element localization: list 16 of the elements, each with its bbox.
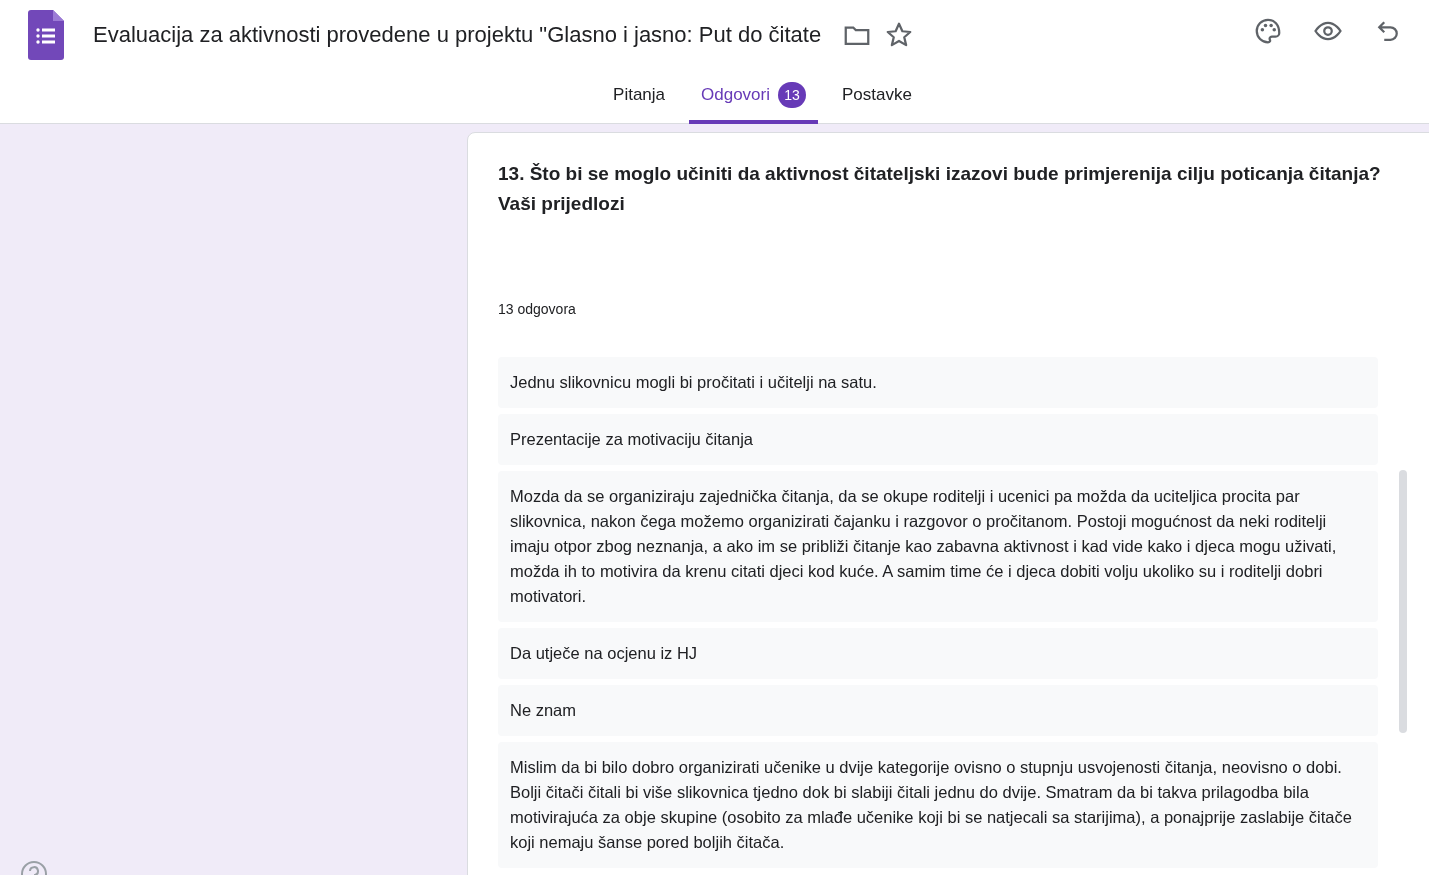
form-title[interactable]: Evaluacija za aktivnosti provedene u projektu "Glasno i jasno: Put do čitate bbox=[93, 22, 830, 48]
response-text: Mozda da se organiziraju zajednička čitanja, da se okupe roditelji i ucenici pa možda da uciteljica procita par slikovnica, nakon čega možemo organizirati čajanku i razgovor o pročitanom. Postoji mogućnost da neki roditelji imaju otpor zbog neznanja, a ako im se približi čitanje kao zabavna aktivnost i kad vide kako i djeca mogu uživati, možda ih to motivira da krenu citati djeci kod kuće. A samim time će i djeca dobiti volju ukoliko su i roditelji dobri motivatori. bbox=[498, 471, 1378, 622]
question-title: 13. Što bi se moglo učiniti da aktivnost čitateljski izazovi bude primjerenija cilju poticanja čitanja? Vaši prijedlozi bbox=[498, 162, 1382, 216]
scrollbar[interactable] bbox=[1399, 470, 1407, 733]
response-count: 13 odgovora bbox=[498, 301, 577, 317]
response-text: Mislim da bi bilo dobro organizirati učenike u dvije kategorije ovisno o stupnju usvojenosti čitanja, neovisno o dobi. Bolji čitači čitali bi više slikovnica tjedno dok bi slabiji čitali jednu do dvije. Smatram da bi takva prilagodba bila motivirajuća za obje skupine (osobito za mlađe učenike koji bi se natjecali sa starijima), a ponajprije zaslabije čitače koji nemaju šanse pored boljih čitača. bbox=[498, 742, 1378, 868]
response-text: Jednu slikovnicu mogli bi pročitati i učitelji na satu. bbox=[498, 357, 1378, 408]
forms-logo-icon[interactable] bbox=[28, 10, 64, 60]
response-text: Da utječe na ocjenu iz HJ bbox=[498, 628, 1378, 679]
response-text: Ne znam bbox=[498, 685, 1378, 736]
palette-icon[interactable] bbox=[1253, 16, 1283, 46]
tab[interactable]: Postavke bbox=[830, 70, 924, 124]
response-text: Prezentacije za motivaciju čitanja bbox=[498, 414, 1378, 465]
tab[interactable]: Pitanja bbox=[601, 70, 678, 124]
tab[interactable]: Odgovori 13 bbox=[689, 70, 818, 124]
count-badge: 13 bbox=[778, 82, 806, 108]
